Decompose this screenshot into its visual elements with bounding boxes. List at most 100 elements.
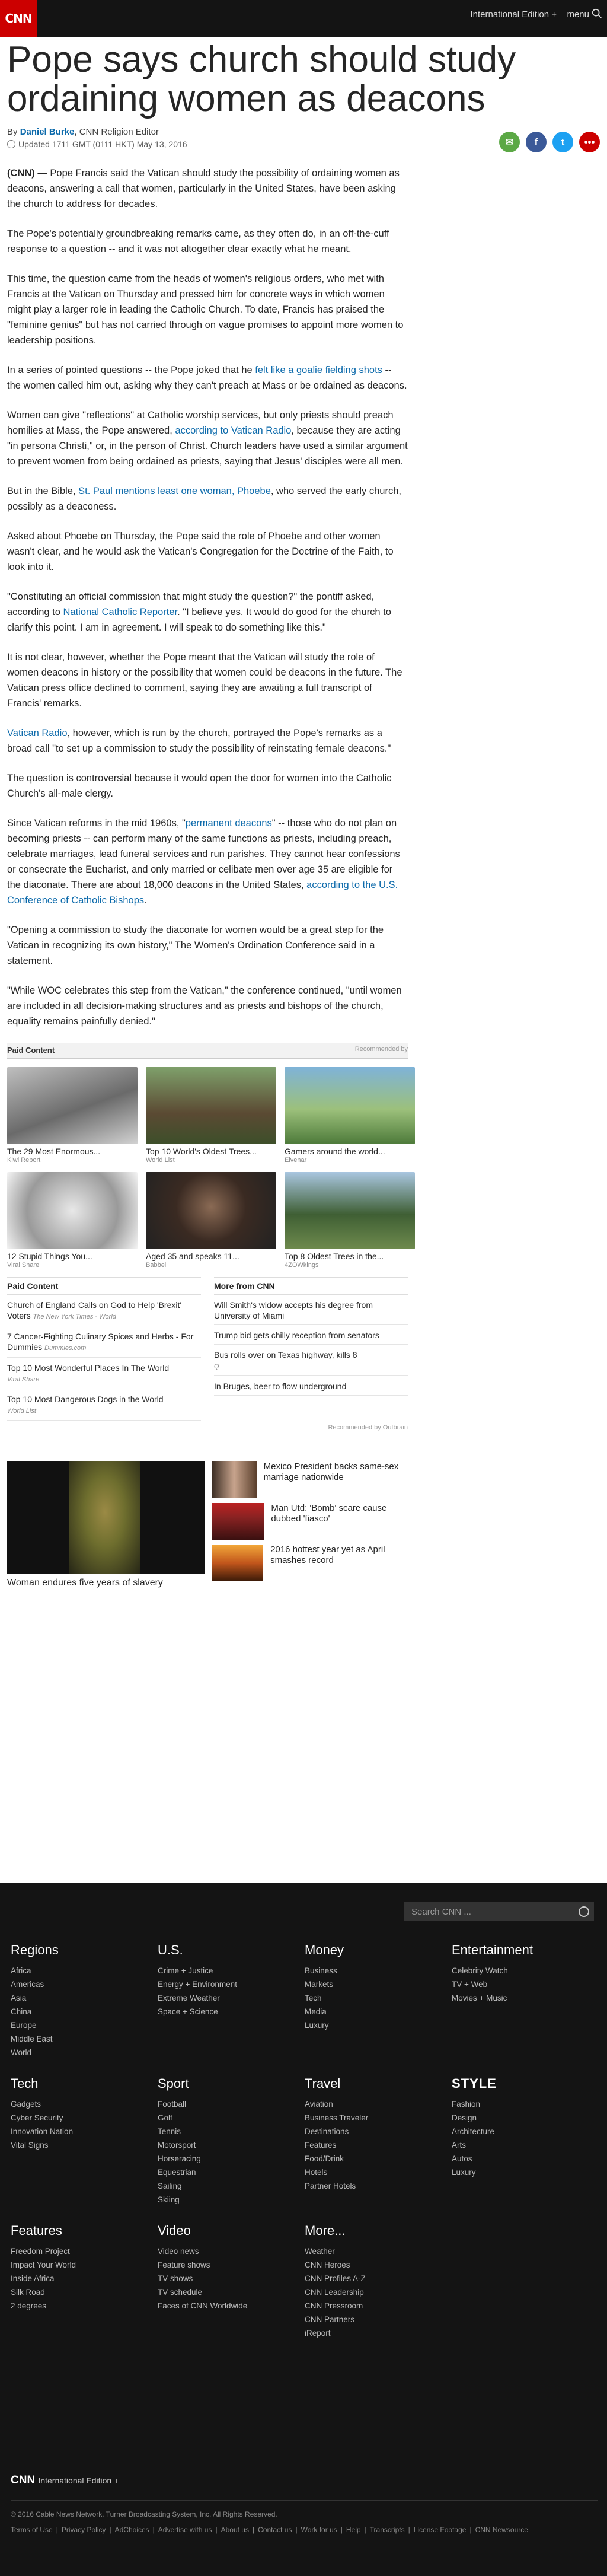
footer-link[interactable]: Weather bbox=[305, 2244, 452, 2258]
footer-link[interactable]: Luxury bbox=[305, 2018, 452, 2032]
footer-link[interactable]: iReport bbox=[305, 2326, 452, 2340]
footer-link[interactable]: Football bbox=[158, 2097, 305, 2111]
footer-link[interactable]: Partner Hotels bbox=[305, 2179, 452, 2193]
list-item[interactable]: Will Smith's widow accepts his degree fr… bbox=[214, 1295, 408, 1325]
inline-link[interactable]: Vatican Radio bbox=[7, 728, 68, 738]
footer-link[interactable]: Feature shows bbox=[158, 2258, 305, 2272]
footer-link[interactable]: Silk Road bbox=[11, 2285, 158, 2299]
footer-link[interactable]: Aviation bbox=[305, 2097, 452, 2111]
footer-link[interactable]: Skiing bbox=[158, 2193, 305, 2206]
search-icon[interactable] bbox=[592, 8, 602, 19]
list-item[interactable]: 7 Cancer-Fighting Culinary Spices and He… bbox=[7, 1326, 201, 1358]
footer-logo[interactable]: CNN International Edition + bbox=[11, 2474, 598, 2501]
paid-card[interactable]: Top 10 World's Oldest Trees... World Lis… bbox=[146, 1067, 276, 1164]
inline-link[interactable]: permanent deacons bbox=[186, 818, 272, 829]
inline-link[interactable]: felt like a goalie fielding shots bbox=[255, 365, 382, 375]
footer-link[interactable]: Architecture bbox=[452, 2125, 599, 2138]
footer-link[interactable]: Horseracing bbox=[158, 2152, 305, 2166]
footer-link[interactable]: Destinations bbox=[305, 2125, 452, 2138]
footer-link[interactable]: Hotels bbox=[305, 2166, 452, 2179]
footer-link[interactable]: Business Traveler bbox=[305, 2111, 452, 2125]
outbrain-credit[interactable]: Recommended by Outbrain bbox=[7, 1424, 408, 1435]
footer-link[interactable]: 2 degrees bbox=[11, 2299, 158, 2313]
list-item[interactable]: Trump bid gets chilly reception from sen… bbox=[214, 1325, 408, 1345]
paid-card[interactable]: Aged 35 and speaks 11... Babbel bbox=[146, 1172, 276, 1269]
list-item[interactable]: In Bruges, beer to flow underground bbox=[214, 1376, 408, 1396]
footer-link[interactable]: Crime + Justice bbox=[158, 1964, 305, 1978]
menu-button[interactable]: menu bbox=[567, 9, 589, 20]
footer-link[interactable]: Freedom Project bbox=[11, 2244, 158, 2258]
featured-video[interactable]: Woman endures five years of slavery bbox=[7, 1461, 205, 1588]
footer-link[interactable]: Extreme Weather bbox=[158, 1991, 305, 2005]
footer-link[interactable]: Americas bbox=[11, 1978, 158, 1991]
inline-link[interactable]: according to Vatican Radio bbox=[175, 425, 291, 436]
search-icon[interactable] bbox=[579, 1906, 589, 1917]
paid-card[interactable]: Top 8 Oldest Trees in the... 4ZOWkings bbox=[285, 1172, 415, 1269]
footer-link[interactable]: CNN Heroes bbox=[305, 2258, 452, 2272]
footer-link[interactable]: CNN Newsource bbox=[475, 2526, 528, 2534]
footer-link[interactable]: Markets bbox=[305, 1978, 452, 1991]
footer-link[interactable]: About us bbox=[221, 2526, 249, 2534]
footer-link[interactable]: Business bbox=[305, 1964, 452, 1978]
footer-link[interactable]: Terms of Use bbox=[11, 2526, 53, 2534]
footer-link[interactable]: Work for us bbox=[301, 2526, 337, 2534]
footer-link[interactable]: China bbox=[11, 2005, 158, 2018]
footer-link[interactable]: Privacy Policy bbox=[62, 2526, 106, 2534]
footer-link[interactable]: Luxury bbox=[452, 2166, 599, 2179]
list-item[interactable]: Bus rolls over on Texas highway, kills 8… bbox=[214, 1345, 408, 1376]
footer-link[interactable]: Africa bbox=[11, 1964, 158, 1978]
footer-search-input[interactable]: Search CNN ... bbox=[404, 1902, 594, 1921]
footer-link[interactable]: Energy + Environment bbox=[158, 1978, 305, 1991]
paid-card[interactable]: Gamers around the world... Elvenar bbox=[285, 1067, 415, 1164]
footer-link[interactable]: Inside Africa bbox=[11, 2272, 158, 2285]
footer-link[interactable]: Middle East bbox=[11, 2032, 158, 2046]
footer-link[interactable]: Space + Science bbox=[158, 2005, 305, 2018]
inline-link[interactable]: St. Paul mentions least one woman, Phoeb… bbox=[78, 486, 271, 496]
edition-selector[interactable]: International Edition + bbox=[470, 9, 557, 20]
footer-link[interactable]: Impact Your World bbox=[11, 2258, 158, 2272]
paid-card[interactable]: 12 Stupid Things You... Viral Share bbox=[7, 1172, 138, 1269]
author-link[interactable]: Daniel Burke bbox=[20, 127, 75, 137]
cnn-logo[interactable]: CNN bbox=[0, 0, 37, 37]
footer-link[interactable]: Asia bbox=[11, 1991, 158, 2005]
footer-link[interactable]: Sailing bbox=[158, 2179, 305, 2193]
footer-link[interactable]: Celebrity Watch bbox=[452, 1964, 599, 1978]
footer-link[interactable]: Features bbox=[305, 2138, 452, 2152]
footer-link[interactable]: Fashion bbox=[452, 2097, 599, 2111]
footer-link[interactable]: TV schedule bbox=[158, 2285, 305, 2299]
video-list-item[interactable]: 2016 hottest year yet as April smashes r… bbox=[212, 1545, 413, 1581]
footer-link[interactable]: Gadgets bbox=[11, 2097, 158, 2111]
footer-link[interactable]: License Footage bbox=[414, 2526, 467, 2534]
footer-link[interactable]: Autos bbox=[452, 2152, 599, 2166]
footer-link[interactable]: Golf bbox=[158, 2111, 305, 2125]
footer-link[interactable]: Innovation Nation bbox=[11, 2125, 158, 2138]
footer-link[interactable]: Food/Drink bbox=[305, 2152, 452, 2166]
more-share-icon[interactable]: ••• bbox=[579, 132, 600, 152]
footer-link[interactable]: Equestrian bbox=[158, 2166, 305, 2179]
footer-link[interactable]: CNN Pressroom bbox=[305, 2299, 452, 2313]
footer-link[interactable]: Motorsport bbox=[158, 2138, 305, 2152]
facebook-share-icon[interactable]: f bbox=[526, 132, 547, 152]
footer-link[interactable]: TV shows bbox=[158, 2272, 305, 2285]
footer-link[interactable]: Tech bbox=[305, 1991, 452, 2005]
video-list-item[interactable]: Man Utd: 'Bomb' scare cause dubbed 'fias… bbox=[212, 1503, 413, 1540]
footer-link[interactable]: CNN Leadership bbox=[305, 2285, 452, 2299]
footer-link[interactable]: World bbox=[11, 2046, 158, 2059]
list-item[interactable]: Top 10 Most Wonderful Places In The Worl… bbox=[7, 1358, 201, 1389]
inline-link[interactable]: National Catholic Reporter bbox=[63, 607, 177, 617]
footer-link[interactable]: Transcripts bbox=[370, 2526, 405, 2534]
email-share-icon[interactable]: ✉ bbox=[499, 132, 520, 152]
footer-link[interactable]: Movies + Music bbox=[452, 1991, 599, 2005]
footer-link[interactable]: Arts bbox=[452, 2138, 599, 2152]
paid-card[interactable]: The 29 Most Enormous... Kiwi Report bbox=[7, 1067, 138, 1164]
video-list-item[interactable]: Mexico President backs same-sex marriage… bbox=[212, 1461, 413, 1498]
footer-link[interactable]: Help bbox=[346, 2526, 361, 2534]
footer-link[interactable]: AdChoices bbox=[115, 2526, 149, 2534]
footer-link[interactable]: Europe bbox=[11, 2018, 158, 2032]
list-item[interactable]: Top 10 Most Dangerous Dogs in the World W… bbox=[7, 1389, 201, 1421]
footer-link[interactable]: Advertise with us bbox=[158, 2526, 212, 2534]
footer-link[interactable]: CNN Profiles A-Z bbox=[305, 2272, 452, 2285]
footer-link[interactable]: Design bbox=[452, 2111, 599, 2125]
footer-link[interactable]: Video news bbox=[158, 2244, 305, 2258]
list-item[interactable]: Church of England Calls on God to Help '… bbox=[7, 1295, 201, 1326]
